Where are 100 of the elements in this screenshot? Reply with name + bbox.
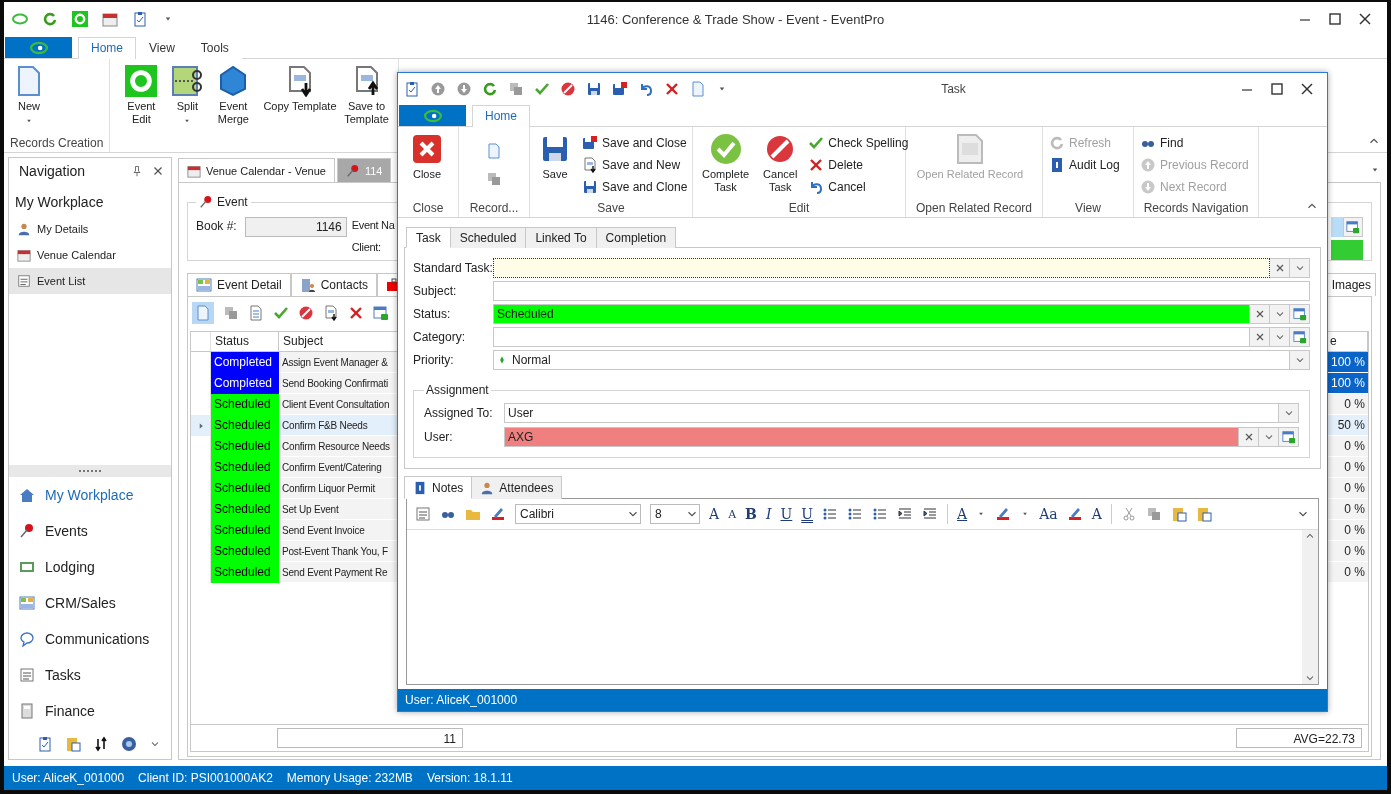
- app-menu-button[interactable]: [5, 37, 72, 58]
- highlight-icon[interactable]: [995, 506, 1012, 522]
- nav-item[interactable]: Venue Calendar: [9, 242, 171, 268]
- notes-tab[interactable]: Attendees: [471, 476, 563, 499]
- page-icon[interactable]: [690, 80, 706, 97]
- lookup-button[interactable]: [1290, 304, 1310, 324]
- input-field[interactable]: Normal: [493, 350, 1290, 370]
- ribbon-button[interactable]: Complete Task: [699, 131, 753, 199]
- save-close-icon[interactable]: [612, 80, 628, 97]
- clear-button[interactable]: [1250, 327, 1270, 347]
- clipboard-icon[interactable]: [132, 11, 148, 27]
- size-dropdown[interactable]: 8: [650, 504, 700, 524]
- input-field[interactable]: [1331, 217, 1343, 237]
- form-tab[interactable]: Linked To: [525, 227, 597, 248]
- ribbon-button[interactable]: Cancel Task: [760, 131, 801, 199]
- dropdown-button[interactable]: [1290, 350, 1310, 370]
- nav-module[interactable]: Events: [9, 513, 171, 549]
- nav-module[interactable]: CRM/Sales: [9, 585, 171, 621]
- ribbon-button[interactable]: Audit Log: [1049, 155, 1120, 175]
- ribbon-button[interactable]: Save: [536, 131, 574, 199]
- ribbon-button[interactable]: Close: [404, 131, 450, 199]
- document-icon[interactable]: [323, 305, 339, 321]
- indent-icon[interactable]: [922, 506, 939, 522]
- nav-module[interactable]: Finance: [9, 693, 171, 729]
- ribbon-button[interactable]: Cancel: [808, 177, 909, 197]
- scrollbar[interactable]: [1302, 530, 1318, 684]
- format-button[interactable]: A: [709, 506, 720, 522]
- ribbon-tab[interactable]: Home: [472, 105, 530, 127]
- documents-icon[interactable]: [65, 736, 81, 752]
- lookup-button[interactable]: [1343, 217, 1363, 237]
- copy-icon[interactable]: [486, 171, 502, 187]
- input-field[interactable]: AXG: [504, 427, 1239, 447]
- nav-module[interactable]: Tasks: [9, 657, 171, 693]
- clipboard-icon[interactable]: [404, 80, 420, 97]
- format-button[interactable]: U: [801, 506, 814, 522]
- nav-item[interactable]: Event List: [9, 268, 171, 294]
- clear-button[interactable]: [1239, 427, 1259, 447]
- copy-icon[interactable]: [1145, 506, 1162, 522]
- delete-icon[interactable]: [664, 80, 680, 97]
- ribbon-button[interactable]: Delete: [808, 155, 909, 175]
- form-icon[interactable]: [373, 305, 389, 321]
- close-icon[interactable]: [1357, 11, 1373, 27]
- paste-special-icon[interactable]: [1195, 506, 1212, 522]
- notes-editor[interactable]: Calibri 8 A A B I U U A Aa A: [406, 498, 1319, 685]
- nav-module[interactable]: Communications: [9, 621, 171, 657]
- bullets-icon[interactable]: [822, 506, 839, 522]
- save-icon[interactable]: [586, 80, 602, 97]
- nav-module[interactable]: Lodging: [9, 549, 171, 585]
- delete-icon[interactable]: [348, 305, 364, 321]
- page-icon[interactable]: [486, 143, 502, 159]
- book-number-field[interactable]: 1146: [244, 217, 347, 237]
- detail-tab[interactable]: Contacts: [290, 273, 378, 296]
- format-button[interactable]: A: [728, 507, 737, 521]
- ribbon-button[interactable]: Save and Close: [582, 133, 688, 153]
- cancel-icon[interactable]: [560, 80, 576, 97]
- clipboard-icon[interactable]: [37, 736, 53, 752]
- ribbon-button[interactable]: Event Edit: [116, 63, 167, 152]
- refresh-icon[interactable]: [42, 11, 58, 27]
- ribbon-button[interactable]: Save and New: [582, 155, 688, 175]
- ribbon-tab[interactable]: Home: [78, 37, 136, 59]
- ribbon-button[interactable]: Split: [168, 63, 207, 152]
- app-logo-icon[interactable]: [12, 11, 28, 27]
- form-tab[interactable]: Task: [406, 227, 451, 248]
- ribbon-button[interactable]: Check Spelling: [808, 133, 909, 153]
- copy-icon[interactable]: [223, 305, 239, 321]
- pin-icon[interactable]: [131, 165, 143, 177]
- form-tab[interactable]: Scheduled: [449, 227, 527, 248]
- style-icon[interactable]: [490, 506, 506, 522]
- lookup-button[interactable]: [1290, 327, 1310, 347]
- input-field[interactable]: User: [504, 403, 1279, 423]
- app-menu-button[interactable]: [399, 105, 466, 126]
- format-button[interactable]: U: [780, 506, 793, 522]
- ribbon-button[interactable]: Save to Template: [341, 63, 392, 152]
- ribbon-button[interactable]: Copy Template: [260, 63, 340, 152]
- format-button[interactable]: I: [765, 506, 772, 522]
- clear-button[interactable]: [1250, 304, 1270, 324]
- new-button[interactable]: [192, 302, 214, 324]
- format-button[interactable]: B: [745, 506, 757, 522]
- ribbon-button[interactable]: New: [10, 63, 48, 134]
- copy-icon[interactable]: [508, 80, 524, 97]
- format-button[interactable]: A: [957, 506, 968, 522]
- notes-tab[interactable]: Notes: [404, 476, 473, 499]
- gear-icon[interactable]: [72, 11, 88, 27]
- dropdown-button[interactable]: [1290, 258, 1310, 278]
- ribbon-button[interactable]: Find: [1140, 133, 1249, 153]
- dropdown-button[interactable]: [1259, 427, 1279, 447]
- dropdown-button[interactable]: [1279, 403, 1299, 423]
- clear-format-icon[interactable]: [1066, 506, 1083, 522]
- check-icon[interactable]: [273, 305, 289, 321]
- edit-icon[interactable]: [248, 305, 264, 321]
- maximize-icon[interactable]: [1269, 80, 1285, 97]
- clear-button[interactable]: [1270, 258, 1290, 278]
- scissors-icon[interactable]: [1120, 506, 1137, 522]
- dropdown-button[interactable]: [1270, 327, 1290, 347]
- globe-icon[interactable]: [121, 736, 137, 752]
- document-tab[interactable]: Venue Calendar - Venue: [178, 158, 335, 182]
- outdent-icon[interactable]: [897, 506, 914, 522]
- input-field[interactable]: Scheduled: [493, 304, 1250, 324]
- cancel-icon[interactable]: [298, 305, 314, 321]
- refresh-icon[interactable]: [482, 80, 498, 97]
